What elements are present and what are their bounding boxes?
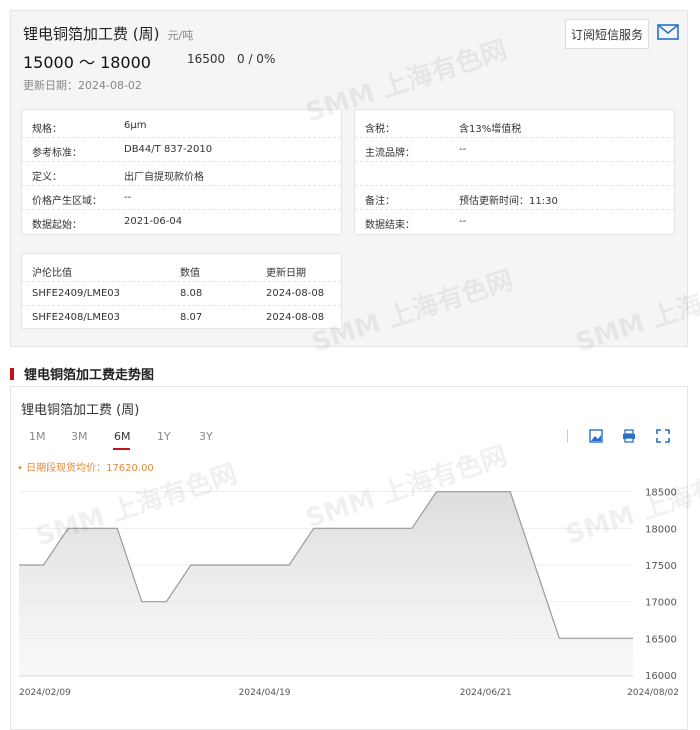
y-tick-label: 17000 (645, 598, 677, 609)
spec-row: 价格产生区域： -- (22, 186, 341, 210)
spec-row: 含税： 含13%增值税 (355, 114, 674, 138)
spec-value: DB44/T 837-2010 (124, 144, 213, 155)
subscribe-sms-button[interactable]: 订阅短信服务 (565, 19, 649, 49)
spec-row: 数据结束： -- (355, 210, 674, 234)
table-cell: 8.07 (180, 312, 203, 323)
spec-row: 规格： 6μm (22, 114, 341, 138)
chart-panel: 锂电铜箔加工费 (周) 1M 3M 6M 1Y 3Y • 日期段现货均价：176… (10, 386, 700, 730)
ratio-table: 沪伦比值 数值 更新日期 SHFE2409/LME03 8.08 2024-08-08 SH… (21, 253, 342, 329)
price-title: 锂电铜箔加工费 (周) 元/吨 (23, 25, 194, 43)
x-tick-label: 2024/06/21 (460, 688, 512, 698)
spec-value: 6μm (124, 120, 147, 131)
section-title: 锂电铜箔加工费走势图 (10, 364, 154, 383)
spec-label: 备注： (365, 196, 395, 207)
table-row: SHFE2409/LME03 8.08 2024-08-08 (22, 282, 341, 306)
spec-label: 含税： (365, 124, 395, 135)
price-change: 0 / 0% (237, 52, 276, 66)
spec-label: 规格： (32, 124, 62, 135)
price-trend-chart: 16000 16500 17000 17500 18000 18500 2024/02/09… (19, 488, 679, 698)
mid-price: 16500 (187, 52, 226, 66)
spec-row (355, 162, 674, 186)
spec-label: 定义： (32, 172, 62, 183)
spec-value: -- (459, 144, 467, 155)
table-row: SHFE2408/LME03 8.07 2024-08-08 (22, 306, 341, 330)
price-info-panel: 锂电铜箔加工费 (周) 元/吨 15000 ～ 18000 16500 0 / 0… (10, 10, 700, 359)
spec-value: -- (459, 216, 467, 227)
spec-label: 数据结束： (365, 220, 415, 231)
section-marker (10, 367, 14, 380)
column-header: 更新日期 (266, 268, 306, 279)
spec-row: 数据起始： 2021-06-04 (22, 210, 341, 234)
spec-value: 2021-06-04 (124, 216, 183, 227)
spec-label: 参考标准： (32, 148, 82, 159)
table-cell: SHFE2408/LME03 (32, 312, 120, 323)
x-tick-label: 2024/04/19 (239, 688, 291, 698)
price-range: 15000 ～ 18000 (23, 53, 151, 72)
column-header: 数值 (180, 268, 200, 279)
update-date: 更新日期：2024-08-02 (23, 79, 142, 92)
table-cell: 2024-08-08 (266, 288, 325, 299)
table-cell: 8.08 (180, 288, 203, 299)
spec-row: 备注： 预估更新时间：11:30 (355, 186, 674, 210)
spec-label: 数据起始： (32, 220, 82, 231)
y-tick-label: 16500 (645, 634, 677, 645)
x-tick-label: 2024/08/02 (627, 688, 679, 698)
price-unit: 元/吨 (167, 29, 194, 42)
spec-label: 主流品牌： (365, 148, 415, 159)
watermark: SMM 上海有色网 (572, 265, 700, 359)
ratio-table-header: 沪伦比值 数值 更新日期 (22, 258, 341, 282)
spec-value: 预估更新时间：11:30 (459, 196, 558, 207)
spec-row: 主流品牌： -- (355, 138, 674, 162)
mail-icon[interactable] (657, 23, 679, 41)
spec-row: 参考标准： DB44/T 837-2010 (22, 138, 341, 162)
spec-box-right: 含税： 含13%增值税主流品牌： -- 备注： 预估更新时间：11:30 数据结束： -- (354, 109, 675, 235)
table-cell: SHFE2409/LME03 (32, 288, 120, 299)
spec-row: 定义： 出厂自提现款价格 (22, 162, 341, 186)
spec-box-left: 规格： 6μm 参考标准： DB44/T 837-2010 定义： 出厂自提现款价格价格产… (21, 109, 342, 235)
y-tick-label: 16000 (645, 671, 677, 682)
column-header: 沪伦比值 (32, 268, 72, 279)
spec-label: 价格产生区域： (32, 196, 102, 207)
spec-value: -- (124, 192, 132, 203)
y-tick-label: 17500 (645, 561, 677, 572)
table-cell: 2024-08-08 (266, 312, 325, 323)
y-tick-label: 18500 (645, 488, 677, 499)
x-tick-label: 2024/02/09 (19, 688, 71, 698)
spec-value: 含13%增值税 (459, 124, 522, 135)
y-tick-label: 18000 (645, 524, 677, 535)
spec-value: 出厂自提现款价格 (124, 172, 204, 183)
